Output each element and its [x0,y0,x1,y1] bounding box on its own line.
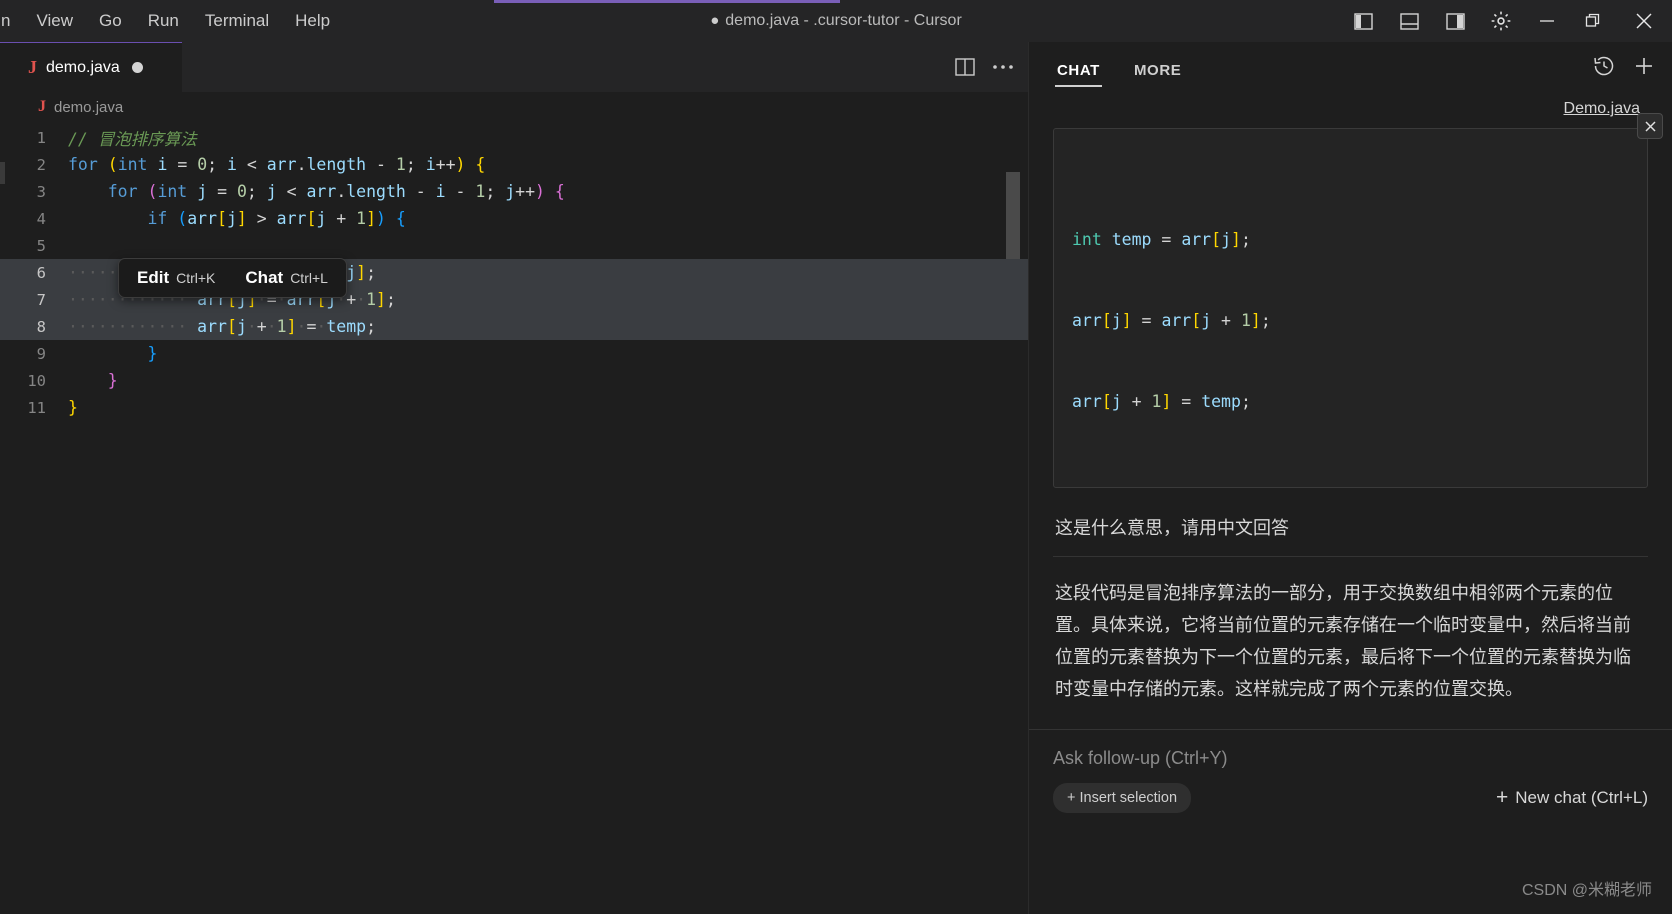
inline-chat-label: Chat [245,268,284,287]
line-number: 11 [27,398,46,417]
code-editor[interactable]: 1 // 冒泡排序算法 2 for (int i = 0; i < arr.le… [0,124,1028,914]
code-line-text[interactable]: } [68,371,118,390]
chat-header: CHAT MORE [1029,42,1672,94]
inline-edit-action[interactable]: Edit Ctrl+K [137,268,215,288]
close-icon[interactable] [1637,113,1663,139]
history-icon[interactable] [1592,54,1616,83]
code-line-11[interactable]: 11 } [0,394,1028,421]
chat-input-actions: + Insert selection + New chat (Ctrl+L) [1053,769,1648,813]
breadcrumb[interactable]: J demo.java [0,92,1028,122]
editor-tab-label: demo.java [46,58,120,76]
breadcrumb-label[interactable]: demo.java [54,99,123,116]
new-chat-icon[interactable] [1632,54,1656,83]
chat-context-row: Demo.java [1053,94,1648,122]
window-controls[interactable] [1340,0,1672,42]
line-number: 3 [36,182,46,201]
editor-tab-demo-java[interactable]: J demo.java [0,42,182,92]
editor-area: J demo.java J demo.java 1 // 冒泡排序算法 2 fo… [0,42,1028,914]
toggle-primary-sidebar-icon[interactable] [1340,0,1386,42]
new-chat-button[interactable]: + New chat (Ctrl+L) [1496,786,1648,810]
code-line-2[interactable]: 2 for (int i = 0; i < arr.length - 1; i+… [0,151,1028,178]
chat-code-line-2: arr[j] = arr[j + 1]; [1072,311,1271,330]
chat-user-message: 这是什么意思，请用中文回答 [1055,518,1289,538]
menu-bar[interactable]: n View Go Run Terminal Help [0,0,343,42]
line-number: 5 [36,236,46,255]
line-number: 4 [36,209,46,228]
maximize-button[interactable] [1570,0,1616,42]
title-bar: n View Go Run Terminal Help ● demo.java -… [0,0,1672,42]
code-line-4[interactable]: 4 if (arr[j] > arr[j + 1]) { [0,205,1028,232]
code-line-text[interactable]: // 冒泡排序算法 [68,126,197,150]
chat-panel: CHAT MORE Demo.java int temp = arr[j]; a… [1028,42,1672,914]
code-line-text[interactable]: if (arr[j] > arr[j + 1]) { [68,209,405,228]
line-number: 9 [36,344,46,363]
plus-icon: + [1496,786,1509,809]
chat-code-block[interactable]: int temp = arr[j]; arr[j] = arr[j + 1]; … [1053,113,1663,488]
minimize-button[interactable] [1524,0,1570,42]
toggle-panel-icon[interactable] [1386,0,1432,42]
accent-bar [494,0,840,3]
inline-edit-shortcut: Ctrl+K [176,270,216,286]
code-line-text[interactable]: for (int j = 0; j < arr.length - i - 1; … [68,182,565,201]
code-line-text[interactable]: } [68,344,157,363]
inline-chat-action[interactable]: Chat Ctrl+L [245,268,328,288]
code-line-8[interactable]: 8 ············ arr[j·+·1]·=·temp; [0,313,1028,340]
code-line-9[interactable]: 9 } [0,340,1028,367]
line-number: 2 [36,155,46,174]
menu-item-clipped[interactable]: n [0,0,23,42]
tab-chat[interactable]: CHAT [1055,48,1102,89]
chat-input[interactable]: Ask follow-up (Ctrl+Y) [1053,748,1648,769]
line-number: 8 [36,317,46,336]
line-number: 6 [36,263,46,282]
code-line-text[interactable]: for (int i = 0; i < arr.length - 1; i++)… [68,155,485,174]
inline-chat-shortcut: Ctrl+L [290,270,328,286]
unsaved-indicator-icon[interactable] [131,62,143,73]
line-number: 10 [27,371,46,390]
cursor-inline-action-popup[interactable]: Edit Ctrl+K Chat Ctrl+L [118,258,347,298]
breadcrumb-java-icon: J [38,98,46,115]
menu-item-run[interactable]: Run [135,0,192,42]
editor-tab-bar: J demo.java [0,42,1028,92]
line-number: 1 [36,128,46,147]
new-chat-label: New chat (Ctrl+L) [1515,788,1648,807]
code-line-10[interactable]: 10 } [0,367,1028,394]
inline-edit-label: Edit [137,268,170,287]
close-button[interactable] [1616,0,1672,42]
watermark: CSDN @米糊老师 [1521,882,1652,899]
more-actions-icon[interactable] [986,50,1020,84]
insert-selection-button[interactable]: + Insert selection [1053,783,1192,813]
menu-item-go[interactable]: Go [86,0,135,42]
gear-icon[interactable] [1478,0,1524,42]
toggle-secondary-sidebar-icon[interactable] [1432,0,1478,42]
menu-item-view[interactable]: View [23,0,86,42]
java-file-icon: J [28,57,37,77]
chat-assistant-message: 这段代码是冒泡排序算法的一部分，用于交换数组中相邻两个元素的位置。具体来说，它将… [1053,556,1648,729]
chat-conversation: Demo.java int temp = arr[j]; arr[j] = ar… [1029,94,1672,729]
code-line-5[interactable]: 5 [0,232,1028,259]
code-line-3[interactable]: 3 for (int j = 0; j < arr.length - i - 1… [0,178,1028,205]
code-line-1[interactable]: 1 // 冒泡排序算法 [0,124,1028,151]
chat-header-actions[interactable] [1592,42,1656,94]
line-number: 7 [36,290,46,309]
menu-item-help[interactable]: Help [282,0,343,42]
editor-tab-actions[interactable] [948,42,1020,92]
chat-input-area[interactable]: Ask follow-up (Ctrl+Y) + Insert selectio… [1029,729,1672,813]
split-editor-icon[interactable] [948,50,982,84]
chat-code-line-1: int temp = arr[j]; [1072,230,1251,249]
window-title-text: demo.java - .cursor-tutor - Cursor [725,12,962,29]
chat-code-line-3: arr[j + 1] = temp; [1072,392,1251,411]
tab-more[interactable]: MORE [1132,48,1183,89]
code-line-text[interactable]: } [68,398,78,417]
code-line-text[interactable]: ············ arr[j·+·1]·=·temp; [68,317,376,336]
context-file-link[interactable]: Demo.java [1564,100,1640,118]
unsaved-dot-icon: ● [710,12,720,29]
menu-item-terminal[interactable]: Terminal [192,0,282,42]
